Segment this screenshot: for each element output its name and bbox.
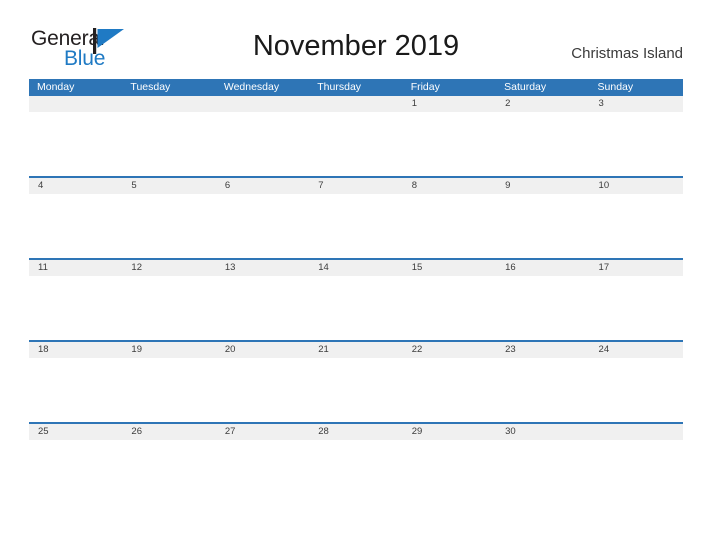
day-cell[interactable] <box>122 358 215 422</box>
day-cell[interactable] <box>496 112 589 176</box>
day-cell[interactable] <box>496 194 589 258</box>
weekday-header-row: Monday Tuesday Wednesday Thursday Friday… <box>29 79 683 96</box>
day-number[interactable]: 3 <box>590 96 683 112</box>
day-number[interactable]: 4 <box>29 178 122 194</box>
day-number[interactable]: 28 <box>309 424 402 440</box>
weekday-header-sunday: Sunday <box>597 81 634 93</box>
day-number[interactable]: 12 <box>122 260 215 276</box>
day-number[interactable]: 27 <box>216 424 309 440</box>
week-date-band: 4 5 6 7 8 9 10 <box>29 178 683 194</box>
week-row: 25 26 27 28 29 30 <box>29 422 683 504</box>
day-cell[interactable] <box>403 440 496 504</box>
day-number[interactable] <box>216 96 309 112</box>
day-number[interactable]: 11 <box>29 260 122 276</box>
day-cell[interactable] <box>122 112 215 176</box>
day-number[interactable]: 23 <box>496 342 589 358</box>
day-cell[interactable] <box>590 112 683 176</box>
day-cell[interactable] <box>122 440 215 504</box>
day-number[interactable] <box>29 96 122 112</box>
weekday-header-wednesday: Wednesday <box>223 81 280 93</box>
day-number[interactable]: 20 <box>216 342 309 358</box>
day-cell[interactable] <box>29 194 122 258</box>
week-cell-body <box>29 358 683 422</box>
day-cell[interactable] <box>29 440 122 504</box>
day-number[interactable]: 6 <box>216 178 309 194</box>
day-cell[interactable] <box>216 194 309 258</box>
day-number[interactable]: 5 <box>122 178 215 194</box>
day-number[interactable]: 19 <box>122 342 215 358</box>
day-cell[interactable] <box>29 112 122 176</box>
day-cell[interactable] <box>122 276 215 340</box>
day-cell[interactable] <box>496 440 589 504</box>
day-cell[interactable] <box>309 440 402 504</box>
day-cell[interactable] <box>403 358 496 422</box>
day-cell[interactable] <box>496 276 589 340</box>
day-number[interactable]: 7 <box>309 178 402 194</box>
weekday-header-friday: Friday <box>410 81 440 93</box>
day-number[interactable] <box>309 96 402 112</box>
week-cell-body <box>29 112 683 176</box>
page-header: General Blue November 2019 Christmas Isl… <box>0 0 712 78</box>
day-number[interactable] <box>122 96 215 112</box>
week-row: 11 12 13 14 15 16 17 <box>29 258 683 340</box>
day-cell[interactable] <box>403 194 496 258</box>
day-number[interactable]: 16 <box>496 260 589 276</box>
location-label: Christmas Island <box>571 45 683 62</box>
day-number[interactable] <box>590 424 683 440</box>
day-number[interactable]: 10 <box>590 178 683 194</box>
day-number[interactable]: 1 <box>403 96 496 112</box>
day-cell[interactable] <box>403 112 496 176</box>
day-number[interactable]: 13 <box>216 260 309 276</box>
day-cell[interactable] <box>216 112 309 176</box>
day-number[interactable]: 17 <box>590 260 683 276</box>
day-cell[interactable] <box>309 358 402 422</box>
day-number[interactable]: 29 <box>403 424 496 440</box>
weekday-header-monday: Monday <box>37 81 75 93</box>
week-cell-body <box>29 194 683 258</box>
day-cell[interactable] <box>309 276 402 340</box>
day-number[interactable]: 24 <box>590 342 683 358</box>
day-number[interactable]: 9 <box>496 178 589 194</box>
week-date-band: 25 26 27 28 29 30 <box>29 424 683 440</box>
day-cell[interactable] <box>29 358 122 422</box>
day-number[interactable]: 22 <box>403 342 496 358</box>
day-cell[interactable] <box>216 440 309 504</box>
day-number[interactable]: 15 <box>403 260 496 276</box>
week-date-band: 18 19 20 21 22 23 24 <box>29 342 683 358</box>
day-cell[interactable] <box>29 276 122 340</box>
day-cell[interactable] <box>309 112 402 176</box>
day-number[interactable]: 8 <box>403 178 496 194</box>
day-cell[interactable] <box>590 440 683 504</box>
day-cell[interactable] <box>403 276 496 340</box>
day-cell[interactable] <box>122 194 215 258</box>
weekday-header-tuesday: Tuesday <box>130 81 171 93</box>
day-cell[interactable] <box>590 194 683 258</box>
day-number[interactable]: 21 <box>309 342 402 358</box>
day-number[interactable]: 2 <box>496 96 589 112</box>
day-cell[interactable] <box>309 194 402 258</box>
calendar-grid: Monday Tuesday Wednesday Thursday Friday… <box>29 79 683 504</box>
weekday-header-saturday: Saturday <box>504 81 547 93</box>
day-number[interactable]: 18 <box>29 342 122 358</box>
week-row: 18 19 20 21 22 23 24 <box>29 340 683 422</box>
week-date-band: 11 12 13 14 15 16 17 <box>29 260 683 276</box>
day-cell[interactable] <box>590 358 683 422</box>
day-number[interactable]: 30 <box>496 424 589 440</box>
day-cell[interactable] <box>216 276 309 340</box>
weekday-header-thursday: Thursday <box>317 81 362 93</box>
week-row: 1 2 3 <box>29 96 683 176</box>
week-row: 4 5 6 7 8 9 10 <box>29 176 683 258</box>
day-cell[interactable] <box>590 276 683 340</box>
day-cell[interactable] <box>496 358 589 422</box>
day-cell[interactable] <box>216 358 309 422</box>
week-date-band: 1 2 3 <box>29 96 683 112</box>
day-number[interactable]: 14 <box>309 260 402 276</box>
week-cell-body <box>29 276 683 340</box>
day-number[interactable]: 25 <box>29 424 122 440</box>
day-number[interactable]: 26 <box>122 424 215 440</box>
week-cell-body <box>29 440 683 504</box>
